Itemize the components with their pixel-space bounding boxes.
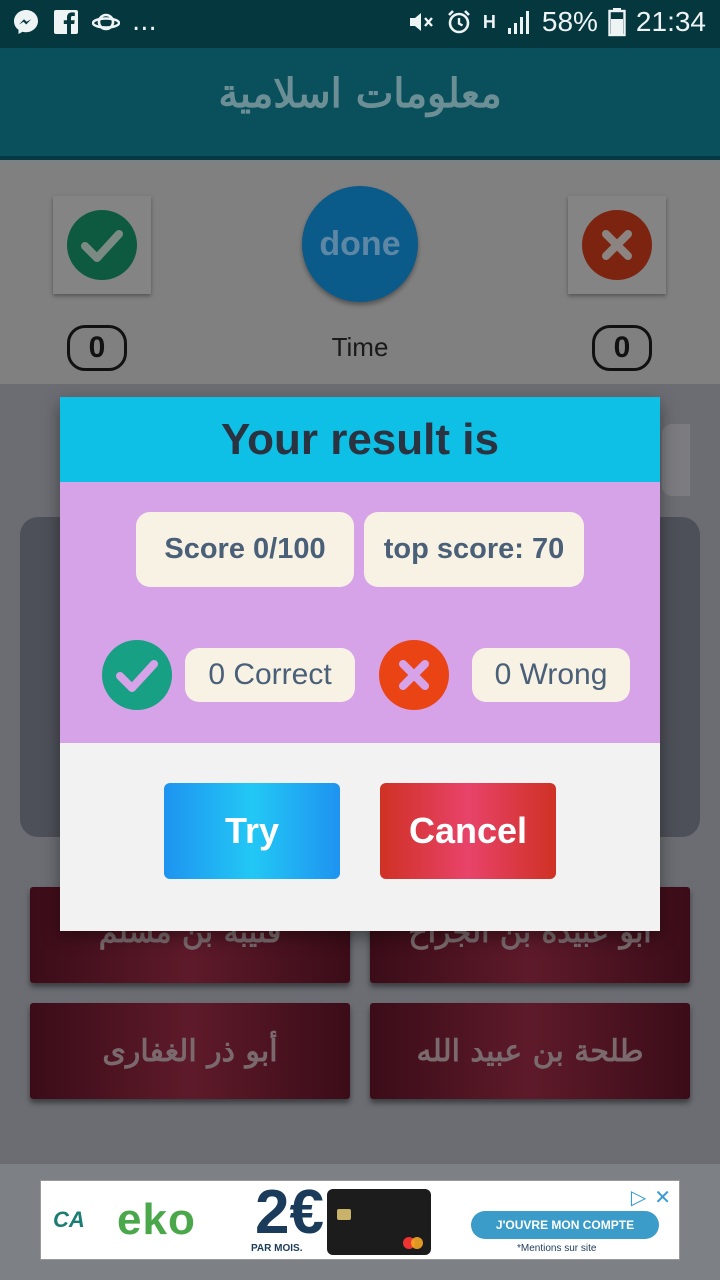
app-bar: معلومات اسلامية bbox=[0, 48, 720, 160]
notification-icons: ... bbox=[12, 8, 157, 36]
dialog-header: Your result is bbox=[60, 397, 660, 482]
battery-percent: 58% bbox=[541, 6, 598, 37]
correct-indicator-button[interactable] bbox=[53, 196, 151, 294]
mute-icon bbox=[409, 13, 433, 31]
alarm-icon bbox=[447, 10, 470, 34]
ad-price-period: PAR MOIS. bbox=[251, 1243, 303, 1254]
ad-brand-logo: CA bbox=[53, 1207, 85, 1232]
checkmark-icon bbox=[67, 210, 137, 280]
battery-icon bbox=[608, 8, 626, 37]
network-type: H bbox=[482, 11, 496, 32]
wrong-counter: 0 bbox=[592, 325, 652, 371]
category-chip bbox=[662, 424, 690, 496]
done-button[interactable]: done bbox=[302, 186, 418, 302]
time-label: Time bbox=[331, 332, 389, 362]
dialog-title: Your result is bbox=[221, 414, 499, 464]
ad-product-logo: eko bbox=[117, 1195, 196, 1244]
facebook-icon bbox=[54, 10, 78, 34]
status-bar: ... H 58% 21:34 bbox=[0, 0, 720, 48]
overflow-indicator: ... bbox=[132, 7, 157, 37]
credit-card-image bbox=[327, 1189, 431, 1255]
correct-counter: 0 bbox=[67, 325, 127, 371]
checkmark-icon bbox=[102, 640, 172, 710]
quiz-status-panel: done 0 Time 0 bbox=[0, 164, 720, 384]
close-icon bbox=[582, 210, 652, 280]
wrong-count-badge: 0 Wrong bbox=[472, 648, 630, 702]
saturn-icon bbox=[92, 13, 120, 31]
app-title: معلومات اسلامية bbox=[218, 70, 502, 117]
ad-price: 2€ bbox=[255, 1180, 324, 1247]
score-badge: Score 0/100 bbox=[136, 512, 354, 587]
system-status: H 58% 21:34 bbox=[407, 6, 706, 38]
adchoices-icon[interactable]: ▷ bbox=[631, 1185, 646, 1209]
answer-button-4[interactable]: طلحة بن عبيد الله bbox=[370, 1003, 690, 1099]
answer-button-3[interactable]: أبو ذر الغفارى bbox=[30, 1003, 350, 1099]
correct-count-badge: 0 Correct bbox=[185, 648, 355, 702]
ad-disclaimer: *Mentions sur site bbox=[517, 1243, 597, 1254]
clock: 21:34 bbox=[635, 6, 706, 37]
ad-controls: ▷ ✕ bbox=[631, 1185, 671, 1209]
cancel-button[interactable]: Cancel bbox=[380, 783, 556, 879]
dialog-results: Score 0/100 top score: 70 0 Correct 0 Wr… bbox=[60, 482, 660, 743]
ad-banner[interactable]: CA eko 2€ PAR MOIS. J'OUVRE MON COMPTE *… bbox=[40, 1180, 680, 1260]
result-dialog: Your result is Score 0/100 top score: 70… bbox=[60, 397, 660, 931]
close-icon bbox=[379, 640, 449, 710]
messenger-icon bbox=[14, 10, 38, 34]
try-button[interactable]: Try bbox=[164, 783, 340, 879]
ad-close-icon[interactable]: ✕ bbox=[654, 1185, 671, 1209]
wrong-indicator-button[interactable] bbox=[568, 196, 666, 294]
ad-cta-button[interactable]: J'OUVRE MON COMPTE bbox=[471, 1211, 659, 1239]
signal-icon bbox=[507, 11, 529, 34]
top-score-badge: top score: 70 bbox=[364, 512, 584, 587]
